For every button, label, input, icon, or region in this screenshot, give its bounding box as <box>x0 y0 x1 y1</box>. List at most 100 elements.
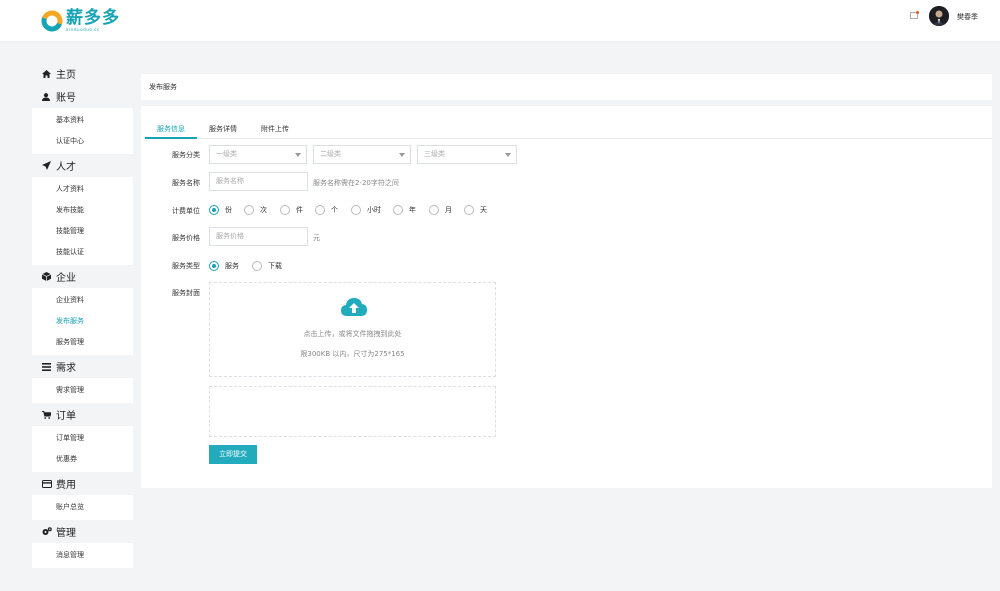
chevron-down-icon <box>399 153 405 157</box>
radio-label: 次 <box>260 206 267 214</box>
radio-dot <box>351 205 361 215</box>
radio-dot <box>393 205 403 215</box>
submit-button[interactable]: 立即提交 <box>209 445 257 464</box>
sidebar-section-home[interactable]: 主页 <box>32 62 133 85</box>
sidebar-section-label: 需求 <box>56 363 76 374</box>
sidebar-section-label: 人才 <box>56 162 76 173</box>
select-value: 三级类 <box>424 150 445 158</box>
sidebar-item-basic-info[interactable]: 基本资料 <box>32 110 133 131</box>
billing-unit-label: 计费单位 <box>172 207 200 215</box>
sidebar-section-enterprise[interactable]: 企业 <box>32 265 133 288</box>
cover-preview-area <box>209 386 496 437</box>
sidebar-item-demand-management[interactable]: 需求管理 <box>32 380 133 401</box>
sidebar-item-talent-profile[interactable]: 人才资料 <box>32 179 133 200</box>
message-icon[interactable] <box>910 11 919 20</box>
chevron-down-icon <box>505 153 511 157</box>
radio-dot <box>429 205 439 215</box>
unit-radio[interactable]: 个 <box>315 205 338 215</box>
unit-radio[interactable]: 月 <box>429 205 452 215</box>
service-price-input[interactable]: 服务价格 <box>209 227 308 246</box>
sidebar-item-account-overview[interactable]: 账户总览 <box>32 497 133 518</box>
sidebar-item-order-management[interactable]: 订单管理 <box>32 428 133 449</box>
gears-icon <box>42 527 54 536</box>
radio-label: 月 <box>445 206 452 214</box>
category-level2-select[interactable]: 二级类 <box>313 145 411 164</box>
sidebar-item-coupons[interactable]: 优惠券 <box>32 449 133 470</box>
form-tabs: 服务信息 服务详情 附件上传 <box>145 120 992 139</box>
brand-logo[interactable]: 薪多多 xinduoduo.cc <box>41 9 120 32</box>
sidebar-section-label: 主页 <box>56 70 76 81</box>
category-level1-select[interactable]: 一级类 <box>209 145 307 164</box>
radio-dot <box>280 205 290 215</box>
sidebar-section-fees[interactable]: 费用 <box>32 472 133 495</box>
upload-instruction: 点击上传，或将文件拖拽到此处 <box>303 330 402 338</box>
sidebar-section-label: 管理 <box>56 528 76 539</box>
sidebar-section-demand[interactable]: 需求 <box>32 355 133 378</box>
tab-service-details[interactable]: 服务详情 <box>197 120 249 139</box>
avatar[interactable] <box>929 6 949 26</box>
cover-upload-dropzone[interactable]: 点击上传，或将文件拖拽到此处 限300KB 以内，尺寸为275*165 <box>209 282 496 377</box>
sidebar-item-publish-service[interactable]: 发布服务 <box>32 311 133 332</box>
sidebar-section-talent[interactable]: 人才 <box>32 154 133 177</box>
radio-label: 年 <box>409 206 416 214</box>
card-icon <box>42 479 54 488</box>
service-name-input[interactable]: 服务名称 <box>209 172 308 191</box>
category-label: 服务分类 <box>172 151 200 159</box>
rocket-icon <box>42 161 54 170</box>
select-value: 二级类 <box>320 150 341 158</box>
service-price-label: 服务价格 <box>172 234 200 242</box>
sidebar-item-skill-certification[interactable]: 技能认证 <box>32 242 133 263</box>
tab-service-info[interactable]: 服务信息 <box>145 120 197 139</box>
unit-radio[interactable]: 年 <box>393 205 416 215</box>
sidebar-item-skill-management[interactable]: 技能管理 <box>32 221 133 242</box>
cube-icon <box>42 272 54 281</box>
user-icon <box>42 92 54 101</box>
upload-limit: 限300KB 以内，尺寸为275*165 <box>300 350 405 358</box>
category-level3-select[interactable]: 三级类 <box>417 145 517 164</box>
radio-label: 份 <box>225 206 232 214</box>
radio-dot <box>209 261 219 271</box>
tab-attachment-upload[interactable]: 附件上传 <box>249 120 301 139</box>
radio-label: 天 <box>480 206 487 214</box>
sidebar-item-enterprise-profile[interactable]: 企业资料 <box>32 290 133 311</box>
radio-dot <box>315 205 325 215</box>
list-icon <box>42 362 54 371</box>
unit-radio[interactable]: 次 <box>244 205 267 215</box>
home-icon <box>42 69 54 78</box>
breadcrumb-bar: 发布服务 <box>141 74 992 100</box>
radio-dot <box>464 205 474 215</box>
unit-radio[interactable]: 份 <box>209 205 232 215</box>
unit-radio[interactable]: 件 <box>280 205 303 215</box>
unit-radio[interactable]: 天 <box>464 205 487 215</box>
chevron-down-icon <box>295 153 301 157</box>
sidebar-section-label: 订单 <box>56 411 76 422</box>
sidebar-section-label: 企业 <box>56 273 76 284</box>
logo-title: 薪多多 <box>66 8 120 28</box>
sidebar-section-orders[interactable]: 订单 <box>32 403 133 426</box>
service-form-card: 服务信息 服务详情 附件上传 服务分类 一级类 二级类 三级类 服务名称 服务名… <box>141 106 992 488</box>
sidebar-item-message-management[interactable]: 消息管理 <box>32 545 133 566</box>
sidebar-item-publish-skill[interactable]: 发布技能 <box>32 200 133 221</box>
service-name-label: 服务名称 <box>172 179 200 187</box>
service-cover-label: 服务封面 <box>172 289 200 297</box>
radio-dot <box>244 205 254 215</box>
cloud-upload-icon <box>340 297 368 317</box>
radio-label: 下载 <box>268 262 282 270</box>
sidebar-section-admin[interactable]: 管理 <box>32 520 133 543</box>
sidebar-item-service-management[interactable]: 服务管理 <box>32 332 133 353</box>
type-radio[interactable]: 下载 <box>252 261 282 271</box>
radio-dot <box>209 205 219 215</box>
radio-label: 小时 <box>367 206 381 214</box>
unit-radio[interactable]: 小时 <box>351 205 381 215</box>
radio-label: 件 <box>296 206 303 214</box>
radio-label: 服务 <box>225 262 239 270</box>
type-radio[interactable]: 服务 <box>209 261 239 271</box>
logo-mark-icon <box>41 10 63 32</box>
sidebar-section-account[interactable]: 账号 <box>32 85 133 108</box>
sidebar: 主页 账号 基本资料 认证中心 人才 人才资料 发布技能 技能管理 技能认证 企… <box>32 62 133 568</box>
sidebar-section-label: 账号 <box>56 93 76 104</box>
radio-dot <box>252 261 262 271</box>
service-name-hint: 服务名称需在2-20字符之间 <box>313 179 399 187</box>
sidebar-item-verification[interactable]: 认证中心 <box>32 131 133 152</box>
username[interactable]: 樊春季 <box>957 12 978 22</box>
